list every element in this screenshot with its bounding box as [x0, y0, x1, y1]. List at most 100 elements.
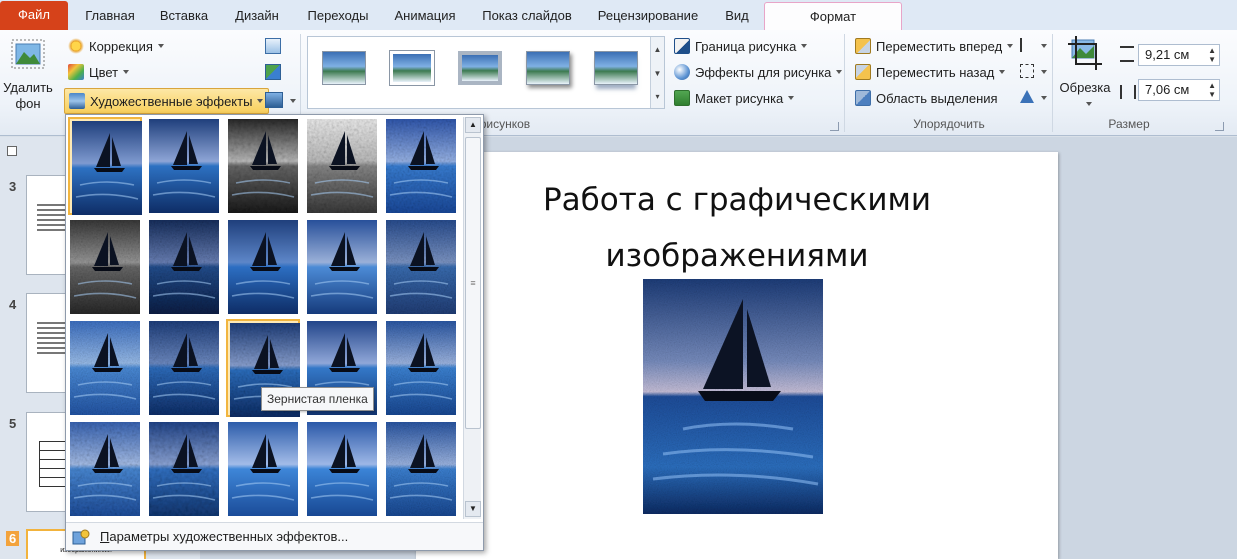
- width-input[interactable]: 7,06 см ▲ ▼: [1138, 79, 1220, 101]
- artistic-effect-4[interactable]: [305, 117, 379, 215]
- scroll-up-button[interactable]: ▲: [465, 117, 481, 133]
- reset-picture-icon[interactable]: [265, 92, 283, 108]
- compress-pictures-icon[interactable]: [265, 38, 281, 54]
- effect-preview-image: [149, 119, 219, 213]
- width-icon: [1120, 85, 1136, 99]
- artistic-effect-19[interactable]: [305, 420, 379, 518]
- tab-format[interactable]: Формат: [764, 2, 902, 32]
- selection-pane-button[interactable]: Область выделения: [855, 90, 998, 106]
- artistic-effect-11[interactable]: [68, 319, 142, 417]
- align-icon[interactable]: [1020, 38, 1034, 52]
- tab-file[interactable]: Файл: [0, 1, 68, 31]
- artistic-effect-10[interactable]: [384, 218, 458, 316]
- effect-preview-image: [149, 422, 219, 516]
- tab-view[interactable]: Вид: [714, 2, 760, 31]
- picture-effects-button[interactable]: Эффекты для рисунка: [674, 64, 843, 80]
- bring-forward-button[interactable]: Переместить вперед: [855, 38, 1014, 54]
- picture-border-button[interactable]: Граница рисунка: [674, 38, 808, 54]
- gallery-scroll-up[interactable]: ▲: [650, 37, 664, 61]
- picture-style-thick-frame[interactable]: [458, 51, 502, 85]
- artistic-effect-9[interactable]: [305, 218, 379, 316]
- effect-preview-image: [228, 119, 298, 213]
- chevron-down-icon: [123, 70, 130, 74]
- gallery-scroll-down[interactable]: ▼: [650, 61, 664, 85]
- change-picture-icon[interactable]: [265, 64, 281, 80]
- picture-layout-button[interactable]: Макет рисунка: [674, 90, 795, 106]
- height-value: 9,21 см: [1145, 47, 1190, 62]
- picture-effects-label: Эффекты для рисунка: [695, 64, 832, 80]
- remove-background-button[interactable]: Удалить фон: [2, 36, 54, 116]
- chevron-down-icon: [257, 99, 264, 103]
- dialog-launcher-icon[interactable]: [1215, 122, 1224, 131]
- picture-style-white-frame[interactable]: [390, 51, 434, 85]
- slide-number: 5: [9, 416, 17, 431]
- send-backward-button[interactable]: Переместить назад: [855, 64, 1006, 80]
- chevron-down-icon[interactable]: [1041, 44, 1047, 48]
- artistic-effect-17[interactable]: [147, 420, 221, 518]
- picture-style-simple-frame[interactable]: [322, 51, 366, 85]
- slide-title[interactable]: Работа с графическими изображениями: [476, 172, 998, 284]
- ribbon-tab-bar: Файл Главная Вставка Дизайн Переходы Ани…: [0, 0, 1237, 32]
- group-icon[interactable]: [1020, 64, 1034, 78]
- bring-forward-label: Переместить вперед: [876, 38, 1003, 54]
- scroll-down-button[interactable]: ▼: [465, 501, 481, 517]
- artistic-effect-2[interactable]: [147, 117, 221, 215]
- artistic-effect-16[interactable]: [68, 420, 142, 518]
- picture-styles-gallery[interactable]: ▲ ▼ ▾: [307, 36, 665, 109]
- artistic-effect-12[interactable]: [147, 319, 221, 417]
- send-backward-icon: [855, 64, 871, 80]
- effects-scrollbar[interactable]: ▲ ≡ ▼: [463, 117, 481, 519]
- tab-review[interactable]: Рецензирование: [588, 2, 708, 31]
- gallery-more-button[interactable]: ▾: [650, 85, 664, 108]
- rotate-icon[interactable]: [1020, 90, 1034, 103]
- layout-icon: [674, 90, 690, 106]
- effect-preview-image: [228, 422, 298, 516]
- effect-preview-image: [386, 119, 456, 213]
- send-backward-label: Переместить назад: [876, 64, 995, 80]
- artistic-effect-3[interactable]: [226, 117, 300, 215]
- height-icon: [1120, 46, 1134, 62]
- height-input[interactable]: 9,21 см ▲ ▼: [1138, 44, 1220, 66]
- artistic-effects-options-label: Параметры художественных эффектов...: [100, 529, 349, 544]
- tab-design[interactable]: Дизайн: [222, 2, 292, 31]
- slide-number-active: 6: [6, 531, 20, 546]
- remove-background-label-2: фон: [15, 96, 41, 111]
- effect-tooltip: Зернистая пленка: [261, 387, 374, 411]
- effect-preview-image: [307, 220, 377, 314]
- correction-button[interactable]: Коррекция: [68, 38, 164, 54]
- artistic-effect-5[interactable]: [384, 117, 458, 215]
- slide-thumbnail-text: [37, 204, 67, 234]
- correction-label: Коррекция: [89, 38, 153, 54]
- artistic-effects-options-button[interactable]: Параметры художественных эффектов...: [66, 522, 483, 550]
- picture-style-reflection[interactable]: [594, 51, 638, 85]
- chevron-down-icon[interactable]: [1041, 70, 1047, 74]
- artistic-effects-label: Художественные эффекты: [90, 93, 253, 109]
- crop-button[interactable]: Обрезка: [1058, 36, 1112, 112]
- dialog-launcher-icon[interactable]: [830, 122, 839, 131]
- width-spinner[interactable]: ▲ ▼: [1208, 81, 1216, 99]
- artistic-effects-button[interactable]: Художественные эффекты: [64, 88, 270, 114]
- slide-picture[interactable]: [643, 279, 823, 514]
- chevron-down-icon[interactable]: [290, 99, 296, 103]
- artistic-effect-1[interactable]: [68, 117, 142, 215]
- tab-transitions[interactable]: Переходы: [296, 2, 380, 31]
- tab-home[interactable]: Главная: [72, 2, 148, 31]
- artistic-effect-18[interactable]: [226, 420, 300, 518]
- collapse-icon[interactable]: [7, 146, 17, 156]
- artistic-effect-6[interactable]: [68, 218, 142, 316]
- color-button[interactable]: Цвет: [68, 64, 130, 80]
- tab-slideshow[interactable]: Показ слайдов: [472, 2, 582, 31]
- picture-style-drop-shadow[interactable]: [526, 51, 570, 85]
- picture-layout-label: Макет рисунка: [695, 90, 784, 106]
- chevron-down-icon[interactable]: [1041, 96, 1047, 100]
- artistic-effect-7[interactable]: [147, 218, 221, 316]
- effect-preview-image: [149, 220, 219, 314]
- artistic-effect-8[interactable]: [226, 218, 300, 316]
- tab-animations[interactable]: Анимация: [384, 2, 466, 31]
- scroll-thumb[interactable]: ≡: [465, 137, 481, 429]
- tab-insert[interactable]: Вставка: [150, 2, 218, 31]
- height-spinner[interactable]: ▲ ▼: [1208, 46, 1216, 64]
- artistic-effect-20[interactable]: [384, 420, 458, 518]
- artistic-effect-15[interactable]: [384, 319, 458, 417]
- effect-preview-image: [386, 220, 456, 314]
